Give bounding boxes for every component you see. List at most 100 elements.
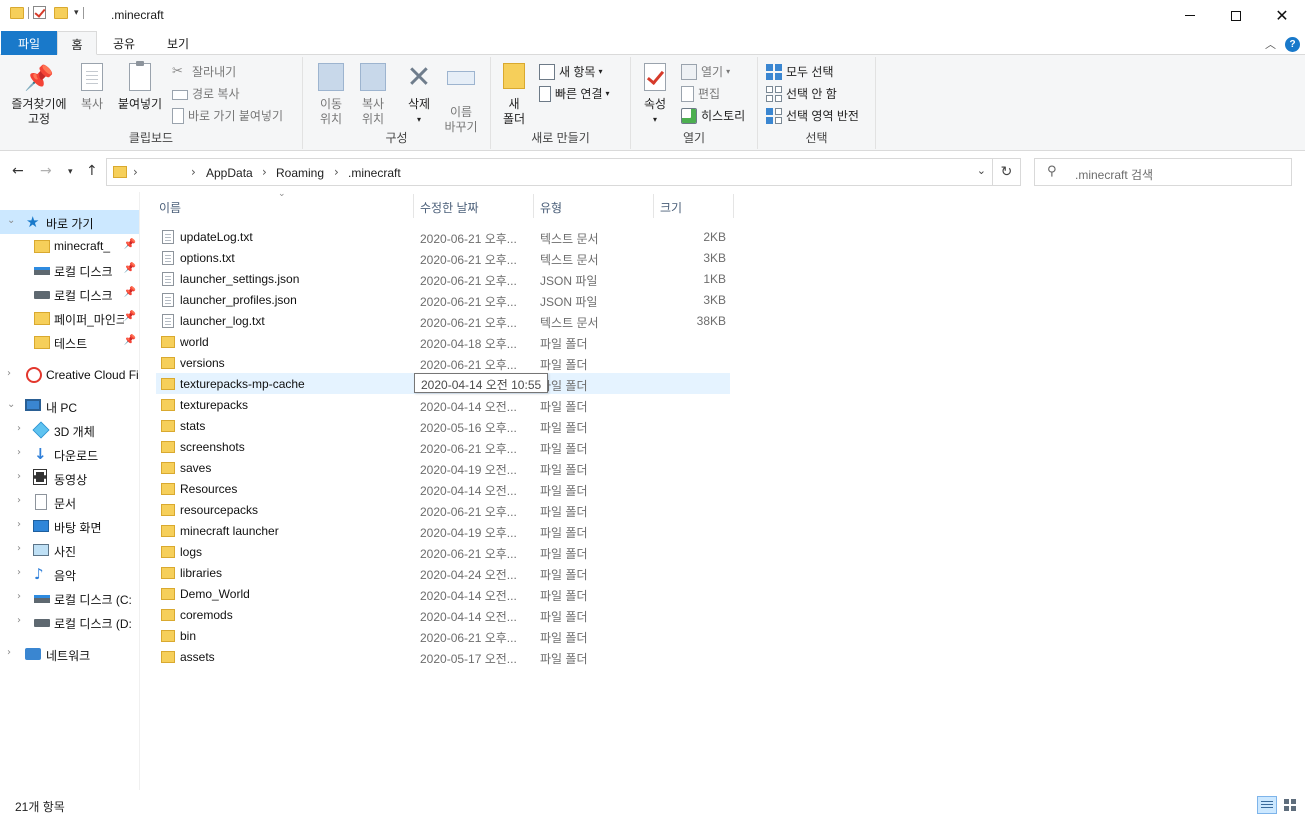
file-row[interactable]: assets 2020-05-17 오전... 파일 폴더 <box>156 646 730 667</box>
nav-item-paper-minecraft[interactable]: 페이퍼_마인크 📌 <box>0 306 139 330</box>
up-button[interactable]: ↑ <box>86 163 98 179</box>
nav-local-disk-c[interactable]: › 로컬 디스크 (C: <box>0 586 139 610</box>
file-row[interactable]: versions 2020-06-21 오후... 파일 폴더 <box>156 352 730 373</box>
nav-network[interactable]: › 네트워크 <box>0 642 139 666</box>
file-row[interactable]: bin 2020-06-21 오후... 파일 폴더 <box>156 625 730 646</box>
file-row[interactable]: launcher_log.txt 2020-06-21 오후... 텍스트 문서 38… <box>156 310 730 331</box>
easy-access-button[interactable]: 빠른 연결 ▾ <box>539 85 610 102</box>
file-row[interactable]: Resources 2020-04-14 오전... 파일 폴더 <box>156 478 730 499</box>
file-row[interactable]: resourcepacks 2020-06-21 오후... 파일 폴더 <box>156 499 730 520</box>
column-header-name[interactable]: 이름 <box>159 199 181 216</box>
tab-view[interactable]: 보기 <box>156 31 200 55</box>
search-input[interactable]: .minecraft 검색 <box>1075 166 1153 183</box>
new-folder-button[interactable]: 새 폴더 <box>497 63 531 127</box>
select-all-button[interactable]: 모두 선택 <box>766 63 834 80</box>
breadcrumb-chevron-icon[interactable]: › <box>334 165 339 179</box>
customize-toolbar-chevron-icon[interactable]: ▾ <box>74 8 79 18</box>
invert-selection-button[interactable]: 선택 영역 반전 <box>766 107 859 124</box>
nav-item-local-disk[interactable]: 로컬 디스크 📌 <box>0 258 139 282</box>
nav-item-minecraft-shortcut[interactable]: minecraft_ 📌 <box>0 234 139 258</box>
nav-3d-objects[interactable]: › 3D 개체 <box>0 418 139 442</box>
column-divider[interactable] <box>533 194 534 218</box>
file-row[interactable]: updateLog.txt 2020-06-21 오후... 텍스트 문서 2KB <box>156 226 730 247</box>
copy-to-button[interactable]: 복사 위치 <box>353 63 393 127</box>
copy-path-button[interactable]: 경로 복사 <box>172 85 240 102</box>
help-button[interactable]: ? <box>1285 37 1300 52</box>
nav-downloads[interactable]: › ↓ 다운로드 <box>0 442 139 466</box>
edit-button[interactable]: 편집 <box>681 85 720 102</box>
chevron-right-icon[interactable]: › <box>17 591 21 602</box>
breadcrumb-roaming[interactable]: Roaming <box>276 166 324 180</box>
paste-shortcut-button[interactable]: 바로 가기 붙여넣기 <box>172 107 283 124</box>
forward-button[interactable]: → <box>40 163 52 179</box>
breadcrumb-appdata[interactable]: AppData <box>206 166 253 180</box>
nav-creative-cloud[interactable]: › Creative Cloud Fi <box>0 363 139 387</box>
file-row[interactable]: saves 2020-04-19 오전... 파일 폴더 <box>156 457 730 478</box>
properties-button[interactable]: 속성 ▾ <box>637 63 673 127</box>
open-button[interactable]: 열기 ▾ <box>681 63 730 80</box>
file-row[interactable]: world 2020-04-18 오후... 파일 폴더 <box>156 331 730 352</box>
tab-file[interactable]: 파일 <box>1 31 57 55</box>
breadcrumb-chevron-icon[interactable]: › <box>262 165 267 179</box>
column-header-date[interactable]: 수정한 날짜 <box>420 199 479 216</box>
pin-to-quick-access-button[interactable]: 📌 즐겨찾기에 고정 <box>6 63 72 127</box>
nav-pictures[interactable]: › 사진 <box>0 538 139 562</box>
file-row[interactable]: options.txt 2020-06-21 오후... 텍스트 문서 3KB <box>156 247 730 268</box>
nav-music[interactable]: › ♪ 음악 <box>0 562 139 586</box>
nav-quick-access[interactable]: ⌄ ★ 바로 가기 <box>0 210 139 234</box>
file-row[interactable]: screenshots 2020-06-21 오후... 파일 폴더 <box>156 436 730 457</box>
file-row[interactable]: minecraft launcher 2020-04-19 오후... 파일 폴더 <box>156 520 730 541</box>
close-button[interactable]: ✕ <box>1259 0 1305 31</box>
rename-button[interactable]: 이름 바꾸기 <box>441 63 481 135</box>
column-header-size[interactable]: 크기 <box>660 199 682 216</box>
nav-desktop[interactable]: › 바탕 화면 <box>0 514 139 538</box>
file-row[interactable]: launcher_settings.json 2020-06-21 오후... JS… <box>156 268 730 289</box>
move-to-button[interactable]: 이동 위치 <box>311 63 351 127</box>
file-row[interactable]: launcher_profiles.json 2020-06-21 오후... JS… <box>156 289 730 310</box>
tab-share[interactable]: 공유 <box>102 31 146 55</box>
file-row[interactable]: libraries 2020-04-24 오전... 파일 폴더 <box>156 562 730 583</box>
back-button[interactable]: ← <box>12 163 24 179</box>
file-row[interactable]: coremods 2020-04-14 오전... 파일 폴더 <box>156 604 730 625</box>
delete-dropdown-icon[interactable]: ▾ <box>399 112 439 127</box>
properties-icon[interactable] <box>33 6 46 19</box>
refresh-button[interactable]: ↻ <box>992 159 1020 185</box>
cut-button[interactable]: ✂ 잘라내기 <box>172 63 236 80</box>
chevron-right-icon[interactable]: › <box>17 423 21 434</box>
chevron-right-icon[interactable]: › <box>17 495 21 506</box>
nav-documents[interactable]: › 문서 <box>0 490 139 514</box>
collapse-ribbon-chevron-icon[interactable]: ︿ <box>1265 36 1276 52</box>
breadcrumb-minecraft[interactable]: .minecraft <box>348 166 401 180</box>
chevron-right-icon[interactable]: › <box>17 447 21 458</box>
chevron-right-icon[interactable]: › <box>17 615 21 626</box>
nav-item-local-disk-2[interactable]: 로컬 디스크 📌 <box>0 282 139 306</box>
file-row[interactable]: Demo_World 2020-04-14 오전... 파일 폴더 <box>156 583 730 604</box>
large-icons-view-button[interactable] <box>1281 796 1299 814</box>
chevron-right-icon[interactable]: › <box>17 519 21 530</box>
history-button[interactable]: 히스토리 <box>681 107 745 124</box>
recent-locations-button[interactable]: ▾ <box>68 167 73 177</box>
chevron-right-icon[interactable]: › <box>17 471 21 482</box>
column-divider[interactable] <box>413 194 414 218</box>
delete-button[interactable]: ✕ 삭제 ▾ <box>399 63 439 127</box>
select-none-button[interactable]: 선택 안 함 <box>766 85 837 102</box>
chevron-right-icon[interactable]: › <box>17 567 21 578</box>
search-box[interactable]: ⚲ .minecraft 검색 <box>1034 158 1292 186</box>
tab-home[interactable]: 홈 <box>57 31 97 55</box>
column-header-type[interactable]: 유형 <box>540 199 562 216</box>
new-folder-icon[interactable] <box>54 6 68 19</box>
copy-button[interactable]: 복사 <box>74 63 110 112</box>
address-bar[interactable]: › › AppData › Roaming › .minecraft ⌄ ↻ <box>106 158 1021 186</box>
new-item-button[interactable]: 새 항목 ▾ <box>539 63 602 80</box>
chevron-down-icon[interactable]: ⌄ <box>7 215 15 226</box>
nav-this-pc[interactable]: ⌄ 내 PC <box>0 394 139 418</box>
file-row[interactable]: texturepacks 2020-04-14 오전... 파일 폴더 <box>156 394 730 415</box>
column-divider[interactable] <box>653 194 654 218</box>
maximize-button[interactable] <box>1213 0 1259 31</box>
minimize-button[interactable] <box>1167 0 1213 31</box>
breadcrumb-chevron-icon[interactable]: › <box>133 165 138 179</box>
chevron-right-icon[interactable]: › <box>17 543 21 554</box>
properties-dropdown-icon[interactable]: ▾ <box>637 112 673 127</box>
details-view-button[interactable] <box>1257 796 1277 814</box>
column-divider[interactable] <box>733 194 734 218</box>
